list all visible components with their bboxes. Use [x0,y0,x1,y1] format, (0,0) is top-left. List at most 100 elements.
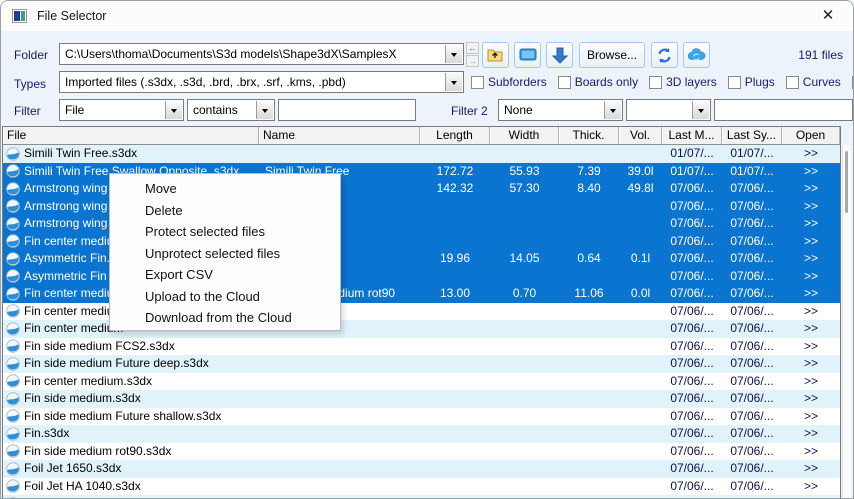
checkbox-option[interactable]: Boards only [558,75,638,89]
filter-label: Filter [14,104,41,118]
column-header-lastm[interactable]: Last M... [662,127,722,144]
open-cell[interactable]: >> [782,145,840,163]
filter2-op-combobox[interactable] [626,99,711,121]
scrollbar-thumb[interactable] [845,151,848,213]
download-list-button[interactable] [546,42,573,68]
name-cell [259,355,420,373]
column-header-name[interactable]: Name [259,127,420,144]
table-row[interactable]: Fin center medium.s3dx 07/06/... 07/06/.… [3,373,840,391]
table-row[interactable]: Fin side medium FCS2.s3dx 07/06/... 07/0… [3,338,840,356]
column-header-width[interactable]: Width [490,127,559,144]
file-cell: Simili Twin Free.s3dx [3,145,259,163]
thick-cell [559,495,619,498]
table-row[interactable]: Simili Twin Free.s3dx 01/07/... 01/07/..… [3,145,840,163]
open-cell[interactable]: >> [782,303,840,321]
open-cell[interactable]: >> [782,268,840,286]
chevron-down-icon[interactable] [692,101,709,119]
checkbox-option[interactable]: Plugs [728,75,775,89]
column-header-lastsy[interactable]: Last Sy... [722,127,782,144]
context-menu-item[interactable]: Download from the Cloud [110,307,340,329]
open-cell[interactable]: >> [782,460,840,478]
checkbox[interactable] [728,76,741,89]
vol-cell [619,460,662,478]
close-icon[interactable]: ✕ [817,6,839,26]
open-cell[interactable]: >> [782,425,840,443]
table-row[interactable]: Fin.s3dx 07/06/... 07/06/... >> [3,425,840,443]
table-row[interactable]: Fin side medium rot90.s3dx 07/06/... 07/… [3,443,840,461]
titlebar: File Selector ✕ [1,1,853,31]
filter-field-combobox[interactable]: File [59,99,184,121]
last-modified-cell: 07/06/... [662,180,722,198]
open-cell[interactable]: >> [782,180,840,198]
checkbox[interactable] [558,76,571,89]
refresh-button[interactable] [651,42,678,68]
context-menu-item[interactable]: Upload to the Cloud [110,286,340,308]
chevron-down-icon[interactable] [445,73,462,91]
open-cell[interactable]: >> [782,163,840,181]
chevron-down-icon[interactable] [604,101,621,119]
context-menu-item[interactable]: Delete [110,200,340,222]
chevron-down-icon[interactable] [256,101,273,119]
forward-icon[interactable]: → [466,55,479,67]
desktop-button[interactable] [514,42,541,68]
context-menu-item[interactable]: Unprotect selected files [110,243,340,265]
open-cell[interactable]: >> [782,495,840,498]
table-row[interactable]: FishAsym.s3dx 07/06/... 07/06/... >> [3,495,840,498]
checkbox-option[interactable]: Subforders [471,75,547,89]
open-cell[interactable]: >> [782,233,840,251]
open-cell[interactable]: >> [782,198,840,216]
cloud-sync-button[interactable] [683,42,710,68]
table-row[interactable]: Fin side medium Future deep.s3dx 07/06/.… [3,355,840,373]
vol-cell: 49.8l [619,180,662,198]
chevron-down-icon[interactable] [445,45,462,63]
checkbox-option[interactable]: Curves [786,75,841,89]
types-combobox[interactable]: Imported files (.s3dx, .s3d, .brd, .brx,… [59,71,464,93]
back-icon[interactable]: ← [466,42,479,54]
name-cell [259,373,420,391]
folder-combobox[interactable]: C:\Users\thoma\Documents\S3d models\Shap… [59,43,464,65]
open-cell[interactable]: >> [782,478,840,496]
open-cell[interactable]: >> [782,408,840,426]
context-menu-item[interactable]: Move [110,178,340,200]
filter-text-input[interactable] [278,99,416,121]
open-cell[interactable]: >> [782,443,840,461]
table-row[interactable]: Fin side medium Future shallow.s3dx 07/0… [3,408,840,426]
last-modified-cell: 07/06/... [662,338,722,356]
column-header-thick[interactable]: Thick. [559,127,619,144]
table-row[interactable]: Foil Jet HA 1040.s3dx 07/06/... 07/06/..… [3,478,840,496]
open-cell[interactable]: >> [782,285,840,303]
last-modified-cell: 07/06/... [662,355,722,373]
filter-op-combobox[interactable]: contains [187,99,275,121]
last-modified-cell: 01/07/... [662,145,722,163]
context-menu-item[interactable]: Export CSV [110,264,340,286]
checkbox-option[interactable]: 3D layers [649,75,717,89]
checkbox[interactable] [649,76,662,89]
thick-cell: 8.40 [559,180,619,198]
column-header-vol[interactable]: Vol. [619,127,662,144]
thick-cell [559,460,619,478]
open-cell[interactable]: >> [782,215,840,233]
last-modified-cell: 07/06/... [662,268,722,286]
open-cell[interactable]: >> [782,250,840,268]
file-cell: FishAsym.s3dx [3,495,259,498]
table-row[interactable]: Foil Jet 1650.s3dx 07/06/... 07/06/... >… [3,460,840,478]
browse-button[interactable]: Browse... [579,42,645,68]
column-header-open[interactable]: Open [782,127,840,144]
chevron-down-icon[interactable] [165,101,182,119]
folder-up-button[interactable] [482,42,509,68]
context-menu-item[interactable]: Protect selected files [110,221,340,243]
checkbox[interactable] [786,76,799,89]
file-cell: Fin side medium.s3dx [3,390,259,408]
open-cell[interactable]: >> [782,373,840,391]
column-header-file[interactable]: File [3,127,259,144]
checkbox[interactable] [471,76,484,89]
open-cell[interactable]: >> [782,390,840,408]
filter2-field-combobox[interactable]: None [498,99,623,121]
open-cell[interactable]: >> [782,338,840,356]
shape3d-file-icon [6,392,20,406]
table-row[interactable]: Fin side medium.s3dx 07/06/... 07/06/...… [3,390,840,408]
column-header-length[interactable]: Length [420,127,490,144]
open-cell[interactable]: >> [782,320,840,338]
filter2-text-input[interactable] [714,99,853,121]
open-cell[interactable]: >> [782,355,840,373]
